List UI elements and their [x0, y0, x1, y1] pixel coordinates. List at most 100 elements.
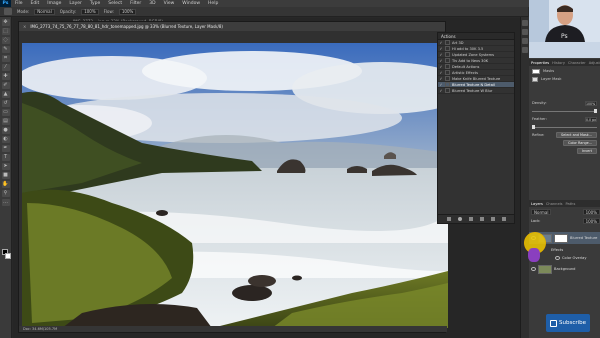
- panel-icon-1[interactable]: [522, 20, 528, 26]
- document-canvas[interactable]: [22, 43, 448, 328]
- mode-select[interactable]: Normal: [34, 8, 55, 15]
- play-icon[interactable]: [468, 217, 473, 221]
- checkmark-icon[interactable]: ✓: [438, 89, 444, 93]
- dialog-toggle-icon[interactable]: [445, 52, 450, 57]
- feather-slider-knob[interactable]: [532, 124, 535, 129]
- visibility-eye-icon[interactable]: [555, 255, 560, 260]
- path-selection-tool-icon[interactable]: ➤: [1, 163, 10, 170]
- opacity-field[interactable]: 100%: [81, 8, 99, 15]
- tab-paths[interactable]: Paths: [566, 202, 576, 206]
- menu-file[interactable]: File: [11, 1, 27, 6]
- menu-help[interactable]: Help: [204, 1, 222, 6]
- shape-tool-icon[interactable]: ■: [1, 172, 10, 179]
- checkmark-icon[interactable]: ✓: [438, 41, 444, 45]
- layer-mask-thumbnail[interactable]: [554, 233, 568, 243]
- brush-tool-icon[interactable]: ✐: [1, 82, 10, 89]
- color-swatches[interactable]: [2, 249, 11, 259]
- select-and-mask-button[interactable]: Select and Mask...: [556, 132, 597, 138]
- tab-character[interactable]: Character: [568, 61, 586, 65]
- action-item-label: Hi add to 30K 3.5: [452, 46, 484, 51]
- dialog-toggle-icon[interactable]: [445, 40, 450, 45]
- color-range-button[interactable]: Color Range...: [563, 140, 597, 146]
- menu-edit[interactable]: Edit: [27, 1, 44, 6]
- tab-layers[interactable]: Layers: [531, 202, 543, 206]
- move-tool-icon[interactable]: ✥: [1, 19, 10, 26]
- dialog-toggle-icon[interactable]: [445, 76, 450, 81]
- zoom-tool-icon[interactable]: ⚲: [1, 190, 10, 197]
- trash-icon[interactable]: [501, 217, 506, 221]
- menu-select[interactable]: Select: [104, 1, 126, 6]
- actions-panel-title[interactable]: Actions: [438, 33, 514, 40]
- menu-window[interactable]: Window: [178, 1, 204, 6]
- visibility-eye-icon[interactable]: [531, 267, 536, 271]
- record-icon[interactable]: [457, 217, 462, 221]
- document-tab[interactable]: × IMG_2773_74_75_76_77_78_80_81_hdr_tone…: [19, 22, 445, 31]
- close-icon[interactable]: ×: [23, 24, 26, 29]
- flow-field[interactable]: 100%: [118, 8, 137, 15]
- checkmark-icon[interactable]: ✓: [438, 71, 444, 75]
- quick-select-tool-icon[interactable]: ✎: [1, 46, 10, 53]
- blur-tool-icon[interactable]: ●: [1, 127, 10, 134]
- layer-opacity-field[interactable]: 100%: [582, 209, 600, 215]
- dialog-toggle-icon[interactable]: [445, 46, 450, 51]
- subscribe-button[interactable]: Subscribe: [546, 314, 590, 332]
- feather-slider[interactable]: [532, 124, 597, 129]
- checkmark-icon[interactable]: ✓: [438, 83, 444, 87]
- panel-icon-2[interactable]: [522, 29, 528, 35]
- new-set-icon[interactable]: [479, 217, 484, 221]
- document-window: × IMG_2773_74_75_76_77_78_80_81_hdr_tone…: [18, 21, 448, 333]
- menu-view[interactable]: View: [160, 1, 179, 6]
- new-action-icon[interactable]: [490, 217, 495, 221]
- dialog-toggle-icon[interactable]: [445, 70, 450, 75]
- blend-mode-select[interactable]: Normal: [531, 209, 552, 215]
- action-item[interactable]: ✓ Blurred Texture W Blur: [438, 88, 514, 94]
- dialog-toggle-icon[interactable]: [445, 88, 450, 93]
- tab-history[interactable]: History: [552, 61, 565, 65]
- feather-value[interactable]: 0.0 px: [585, 116, 597, 122]
- crop-tool-icon[interactable]: ⌗: [1, 55, 10, 62]
- dialog-toggle-icon[interactable]: [445, 58, 450, 63]
- history-brush-tool-icon[interactable]: ↺: [1, 100, 10, 107]
- brush-tool-preset-icon[interactable]: [4, 8, 12, 15]
- pen-tool-icon[interactable]: ✒: [1, 145, 10, 152]
- action-item-label: Blurred Texture N Detail: [452, 82, 495, 87]
- marquee-tool-icon[interactable]: ⬚: [1, 28, 10, 35]
- dialog-toggle-icon[interactable]: [445, 64, 450, 69]
- panel-icon-3[interactable]: [522, 38, 528, 44]
- clone-stamp-tool-icon[interactable]: ▲: [1, 91, 10, 98]
- tab-channels[interactable]: Channels: [546, 202, 563, 206]
- dodge-tool-icon[interactable]: ◐: [1, 136, 10, 143]
- stop-icon[interactable]: [446, 217, 451, 221]
- checkmark-icon[interactable]: ✓: [438, 65, 444, 69]
- background-color-swatch[interactable]: [5, 253, 11, 259]
- checkmark-icon[interactable]: ✓: [438, 59, 444, 63]
- healing-brush-tool-icon[interactable]: ✚: [1, 73, 10, 80]
- panel-icon-4[interactable]: [522, 47, 528, 53]
- layer-mask-row[interactable]: Layer Mask: [529, 75, 600, 83]
- menu-3d[interactable]: 3D: [145, 1, 159, 6]
- invert-button[interactable]: Invert: [577, 148, 597, 154]
- layer-row-background[interactable]: Background: [529, 263, 600, 275]
- more-tools-icon[interactable]: …: [1, 199, 10, 206]
- density-slider-knob[interactable]: [594, 108, 597, 113]
- hand-tool-icon[interactable]: ✋: [1, 181, 10, 188]
- tab-adjust[interactable]: Adjust: [589, 61, 600, 65]
- tab-properties[interactable]: Properties: [531, 61, 549, 65]
- type-tool-icon[interactable]: T: [1, 154, 10, 161]
- lasso-tool-icon[interactable]: ◌: [1, 37, 10, 44]
- gradient-tool-icon[interactable]: ▤: [1, 118, 10, 125]
- layer-thumbnail: [538, 264, 552, 274]
- checkmark-icon[interactable]: ✓: [438, 77, 444, 81]
- density-value[interactable]: 100%: [585, 100, 597, 106]
- density-slider[interactable]: [532, 108, 597, 113]
- menu-image[interactable]: Image: [43, 1, 65, 6]
- eyedropper-tool-icon[interactable]: ⁄: [1, 64, 10, 71]
- menu-layer[interactable]: Layer: [65, 1, 86, 6]
- checkmark-icon[interactable]: ✓: [438, 53, 444, 57]
- menu-type[interactable]: Type: [86, 1, 104, 6]
- layer-fill-field[interactable]: 100%: [582, 218, 600, 224]
- eraser-tool-icon[interactable]: ▭: [1, 109, 10, 116]
- checkmark-icon[interactable]: ✓: [438, 47, 444, 51]
- dialog-toggle-icon[interactable]: [445, 82, 450, 87]
- menu-filter[interactable]: Filter: [126, 1, 145, 6]
